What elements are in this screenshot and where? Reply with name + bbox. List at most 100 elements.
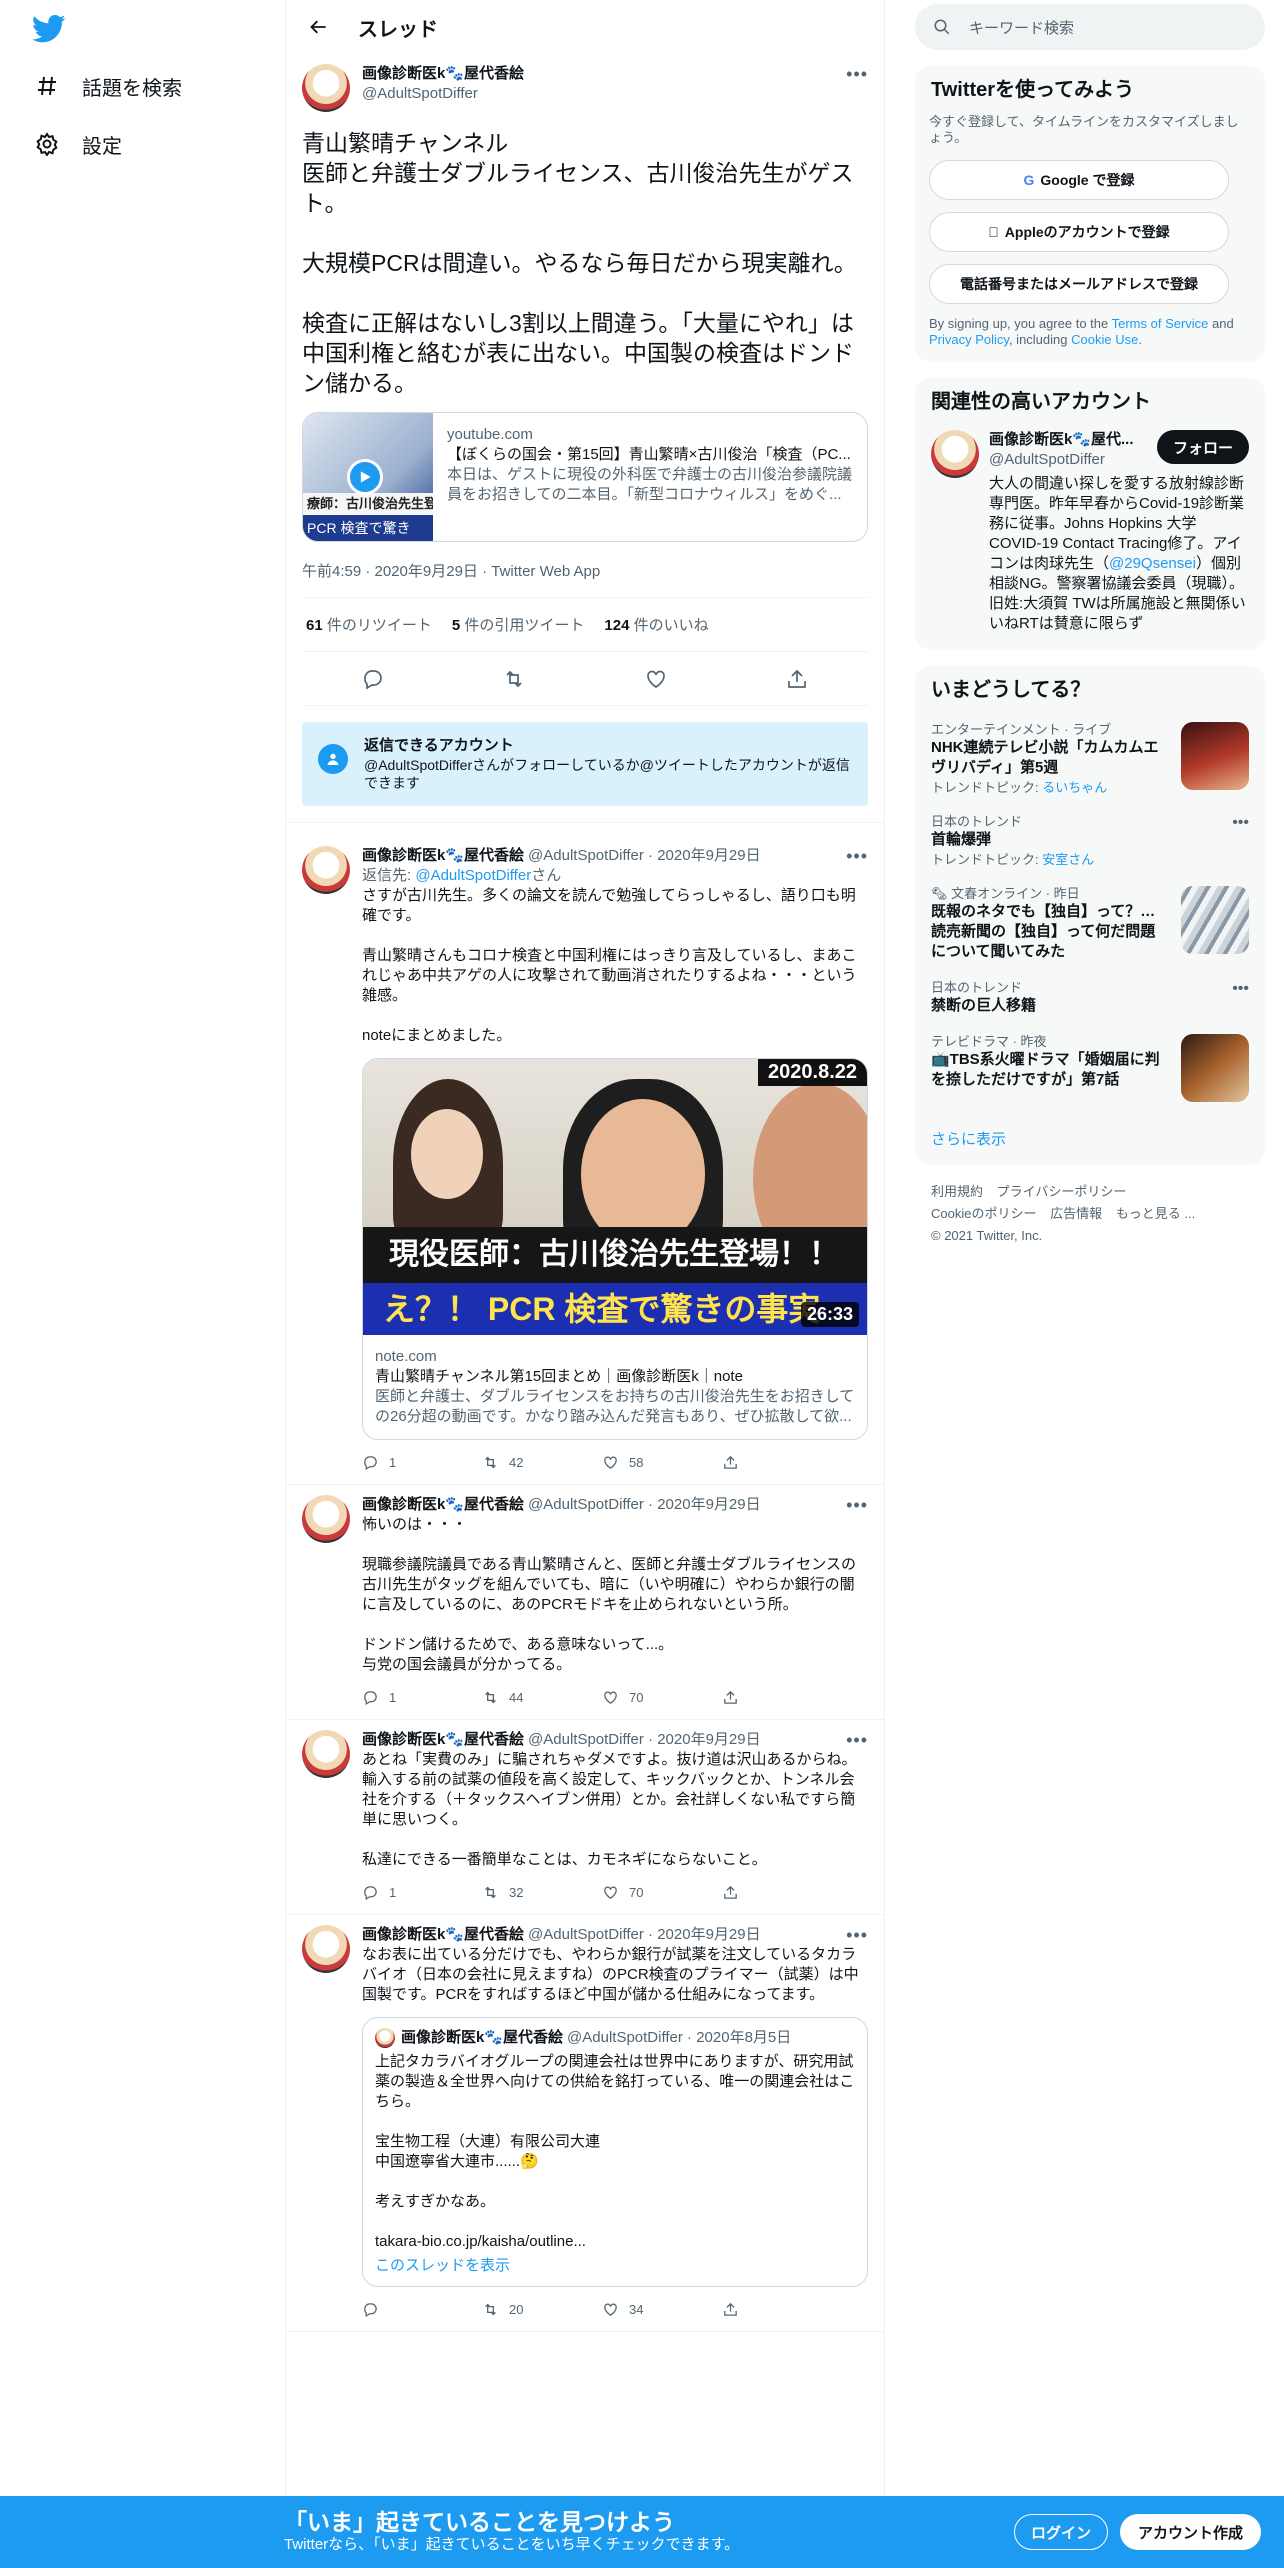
avatar[interactable] [302, 846, 350, 894]
more-icon[interactable]: ••• [1232, 814, 1249, 868]
tweet-actions: 1 44 70 [362, 1675, 868, 1719]
nav-settings[interactable]: 設定 [34, 124, 122, 164]
quote-count[interactable]: 5 件の引用ツイート [452, 614, 585, 635]
quoted-author-handle: @AdultSpotDiffer · 2020年8月5日 [567, 2029, 792, 2046]
reply-button[interactable] [362, 2301, 482, 2318]
reply-icon[interactable] [361, 667, 385, 691]
link-card-note[interactable]: 2020.8.22 現役医師：古川俊治先生登場！！ え？！ PCR 検査で驚きの… [362, 1058, 868, 1440]
reply-button[interactable]: 1 [362, 1454, 482, 1471]
avatar[interactable] [931, 430, 979, 478]
retweet-icon [485, 1886, 496, 1898]
reply-button[interactable]: 1 [362, 1884, 482, 1901]
more-icon[interactable]: ••• [846, 846, 868, 866]
reply-icon [364, 1690, 377, 1705]
apple-signup-button[interactable]: Appleのアカウントで登録 [929, 212, 1229, 252]
more-icon[interactable]: ••• [846, 1925, 868, 1945]
retweet-button[interactable]: 32 [482, 1884, 602, 1901]
share-icon [724, 2302, 737, 2316]
cookie-link[interactable]: Cookie Use [1071, 332, 1138, 347]
tweet-timestamp[interactable]: 午前4:59 · 2020年9月29日 · Twitter Web App [302, 560, 868, 598]
avatar[interactable] [302, 1495, 350, 1543]
back-arrow-icon[interactable] [302, 10, 336, 44]
trend-item[interactable]: エンターテインメント · ライブ NHK連続テレビ小説「カムカムエヴリバディ」第… [915, 714, 1265, 806]
author-name[interactable]: 画像診断医k🐾屋代香絵 [362, 846, 524, 866]
footer-privacy[interactable]: プライバシーポリシー [997, 1184, 1127, 1199]
signup-button[interactable]: アカウント作成 [1120, 2514, 1262, 2550]
retweet-button[interactable]: 42 [482, 1454, 602, 1471]
reply-button[interactable]: 1 [362, 1689, 482, 1706]
nav-explore-label: 話題を検索 [82, 77, 182, 100]
notice-text: @AdultSpotDifferさんがフォローしているか@ツイートしたアカウント… [364, 757, 850, 791]
author-name[interactable]: 画像診断医k🐾屋代香絵 [362, 1730, 524, 1750]
divider [286, 822, 884, 836]
quoted-tweet[interactable]: 画像診断医k🐾屋代香絵 @AdultSpotDiffer · 2020年8月5日… [362, 2017, 868, 2287]
trend-item[interactable]: 日本のトレンド 首輪爆弾 トレンドトピック: 安室さん ••• [915, 806, 1265, 878]
footer-more[interactable]: もっと見る ... [1116, 1206, 1195, 1221]
author-name[interactable]: 画像診断医k🐾屋代香絵 [362, 1495, 524, 1515]
more-icon[interactable]: ••• [846, 1495, 868, 1515]
like-button[interactable]: 58 [602, 1454, 722, 1471]
more-icon[interactable]: ••• [846, 64, 868, 85]
like-icon[interactable] [644, 667, 668, 691]
twitter-logo-icon[interactable] [31, 14, 66, 44]
search-input[interactable]: キーワード検索 [915, 4, 1265, 50]
share-button[interactable] [722, 1884, 842, 1901]
footer-terms[interactable]: 利用規約 [931, 1184, 983, 1199]
link-card-youtube[interactable]: 療師：古川俊治先生登場 PCR 検査で驚き youtube.com 【ぼくらの国… [302, 412, 868, 542]
more-icon[interactable]: ••• [1232, 980, 1249, 1016]
trend-title: NHK連続テレビ小説「カムカムエヴリバディ」第5週 [931, 739, 1159, 776]
related-bio: 大人の間違い探しを愛する放射線診断専門医。昨年早春からCovid-19診断業務に… [989, 475, 1246, 632]
author-name[interactable]: 画像診断医k🐾屋代香絵 [362, 1925, 524, 1945]
like-button[interactable]: 70 [602, 1689, 722, 1706]
privacy-link[interactable]: Privacy Policy [929, 332, 1009, 347]
retweet-icon[interactable] [502, 667, 526, 691]
author-handle[interactable]: @AdultSpotDiffer · 2020年9月29日 [528, 1925, 846, 1945]
avatar[interactable] [302, 64, 350, 112]
retweet-icon [485, 1691, 496, 1703]
avatar[interactable] [302, 1730, 350, 1778]
terms-link[interactable]: Terms of Service [1112, 316, 1209, 331]
related-name[interactable]: 画像診断医k🐾屋代... [989, 430, 1134, 450]
retweet-button[interactable]: 44 [482, 1689, 602, 1706]
trend-item[interactable]: テレビドラマ · 昨夜 📺TBS系火曜ドラマ「婚姻届に判を捺しただけですが」第7… [915, 1026, 1265, 1112]
search-icon [934, 19, 950, 35]
like-count[interactable]: 124 件のいいね [604, 614, 708, 635]
trend-item[interactable]: 🗞 文春オンライン · 昨日 既報のネタでも【独自】って？…読売新聞の【独自】っ… [915, 878, 1265, 972]
terms-notice: By signing up, you agree to the Terms of… [929, 316, 1234, 347]
trend-title: 首輪爆弾 [931, 831, 992, 848]
like-button[interactable]: 70 [602, 1884, 722, 1901]
footer-cookie[interactable]: Cookieのポリシー [931, 1206, 1036, 1221]
phone-email-signup-button[interactable]: 電話番号またはメールアドレスで登録 [929, 264, 1229, 304]
more-icon[interactable]: ••• [846, 1730, 868, 1750]
author-handle[interactable]: @AdultSpotDiffer · 2020年9月29日 [528, 1495, 846, 1515]
avatar[interactable] [302, 1925, 350, 1973]
image-caption-2: え？！ PCR 検査で驚きの事実 [363, 1283, 867, 1335]
author-handle[interactable]: @AdultSpotDiffer [362, 84, 846, 104]
author-name[interactable]: 画像診断医k🐾屋代香絵 [362, 64, 846, 84]
nav-settings-label: 設定 [82, 135, 122, 158]
author-handle[interactable]: @AdultSpotDiffer · 2020年9月29日 [528, 1730, 846, 1750]
reply-tweet[interactable]: 画像診断医k🐾屋代香絵 @AdultSpotDiffer · 2020年9月29… [286, 836, 884, 1485]
share-button[interactable] [722, 1689, 842, 1706]
author-handle[interactable]: @AdultSpotDiffer · 2020年9月29日 [528, 846, 846, 866]
reply-tweet[interactable]: 画像診断医k🐾屋代香絵 @AdultSpotDiffer · 2020年9月29… [286, 1485, 884, 1720]
show-more-link[interactable]: さらに表示 [915, 1112, 1265, 1165]
share-icon[interactable] [785, 667, 809, 691]
follow-button[interactable]: フォロー [1156, 430, 1249, 464]
share-button[interactable] [722, 2301, 842, 2318]
show-thread-link[interactable]: このスレッドを表示 [375, 2256, 855, 2276]
retweet-button[interactable]: 20 [482, 2301, 602, 2318]
bio-link[interactable]: @29Qsensei [1109, 555, 1196, 572]
footer-ads[interactable]: 広告情報 [1050, 1206, 1102, 1221]
nav-explore[interactable]: 話題を検索 [34, 66, 182, 106]
google-signup-button[interactable]: G Google で登録 [929, 160, 1229, 200]
trend-item[interactable]: 日本のトレンド 禁断の巨人移籍 ••• [915, 972, 1265, 1026]
retweet-count[interactable]: 61 件のリツイート [306, 614, 432, 635]
share-button[interactable] [722, 1454, 842, 1471]
reply-to-link[interactable]: @AdultSpotDiffer [415, 867, 531, 884]
reply-tweet[interactable]: 画像診断医k🐾屋代香絵 @AdultSpotDiffer · 2020年9月29… [286, 1720, 884, 1915]
reply-tweet[interactable]: 画像診断医k🐾屋代香絵 @AdultSpotDiffer · 2020年9月29… [286, 1915, 884, 2332]
related-handle[interactable]: @AdultSpotDiffer [989, 450, 1134, 470]
login-button[interactable]: ログイン [1014, 2514, 1109, 2550]
like-button[interactable]: 34 [602, 2301, 722, 2318]
